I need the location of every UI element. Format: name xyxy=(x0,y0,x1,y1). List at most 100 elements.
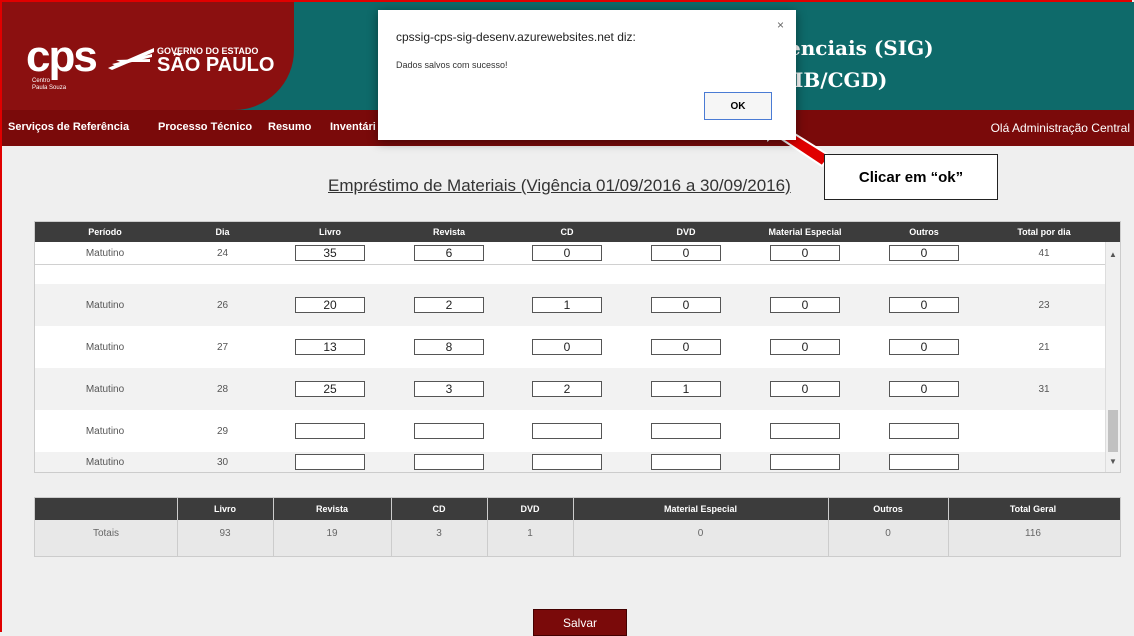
cell-livro: 20 xyxy=(270,284,390,326)
outros-input[interactable] xyxy=(889,454,959,470)
grid-header: Período Dia Livro Revista CD DVD Materia… xyxy=(35,222,1120,242)
cell-cd: 0 xyxy=(508,326,626,368)
cell-outros: 0 xyxy=(864,284,984,326)
cell-periodo: Matutino xyxy=(85,247,125,259)
tot-col-material-especial: Material Especial xyxy=(663,504,738,514)
cell-revista: 3 xyxy=(390,368,508,410)
system-title-line2: IB/CGD) xyxy=(794,68,888,92)
mat-input[interactable] xyxy=(770,454,840,470)
outros-input[interactable]: 0 xyxy=(889,297,959,313)
col-periodo: Período xyxy=(88,227,122,237)
col-cd: CD xyxy=(560,227,574,237)
outros-input[interactable] xyxy=(889,423,959,439)
gov-state-name: SÃO PAULO xyxy=(157,54,275,76)
close-icon[interactable]: × xyxy=(777,18,784,32)
grid-scrollbar[interactable]: ▲ ▼ xyxy=(1105,242,1120,472)
outros-input[interactable]: 0 xyxy=(889,245,959,261)
cell-mat: 0 xyxy=(746,242,864,264)
cell-periodo: Matutino xyxy=(85,425,125,437)
cell-cd: 1 xyxy=(508,284,626,326)
revista-input[interactable]: 3 xyxy=(414,381,484,397)
cell-dia: 28 xyxy=(216,383,229,395)
mat-input[interactable]: 0 xyxy=(770,245,840,261)
nav-servicos-referencia[interactable]: Serviços de Referência xyxy=(8,121,129,133)
livro-input[interactable] xyxy=(295,454,365,470)
cps-logo-subtitle: Centro Paula Souza xyxy=(32,78,66,92)
dvd-input[interactable]: 0 xyxy=(651,297,721,313)
cd-input[interactable] xyxy=(532,454,602,470)
cell-dvd: 0 xyxy=(626,326,746,368)
nav-processo-tecnico[interactable]: Processo Técnico xyxy=(158,121,252,133)
divider xyxy=(273,498,274,556)
ok-button[interactable]: OK xyxy=(704,92,772,120)
col-dia: Dia xyxy=(215,227,230,237)
revista-input[interactable]: 8 xyxy=(414,339,484,355)
cell-total: 41 xyxy=(1038,247,1050,259)
save-button[interactable]: Salvar xyxy=(533,609,627,636)
scroll-thumb[interactable] xyxy=(1108,410,1118,452)
scroll-up-icon[interactable]: ▲ xyxy=(1109,250,1117,259)
cd-input[interactable]: 0 xyxy=(532,339,602,355)
revista-input[interactable] xyxy=(414,423,484,439)
col-dvd: DVD xyxy=(676,227,696,237)
cell-dvd: 1 xyxy=(626,368,746,410)
cell-dia: 29 xyxy=(216,425,229,437)
table-row: Matutino 28 25 3 2 1 0 0 31 xyxy=(35,368,1105,411)
cell-dvd: 0 xyxy=(626,242,746,264)
cd-input[interactable]: 1 xyxy=(532,297,602,313)
cell-cd: 2 xyxy=(508,368,626,410)
nav-resumo[interactable]: Resumo xyxy=(268,121,311,133)
mat-input[interactable] xyxy=(770,423,840,439)
total-outros: 0 xyxy=(885,528,891,539)
cd-input[interactable]: 0 xyxy=(532,245,602,261)
cell-livro: 25 xyxy=(270,368,390,410)
cps-logo: cps xyxy=(26,32,98,81)
livro-input[interactable]: 25 xyxy=(295,381,365,397)
cell-total: 31 xyxy=(1038,383,1050,395)
cell-total xyxy=(984,410,1104,452)
mat-input[interactable]: 0 xyxy=(770,339,840,355)
nav-inventario[interactable]: Inventári xyxy=(330,121,376,133)
col-total-dia: Total por dia xyxy=(1017,227,1071,237)
cell-livro xyxy=(270,410,390,452)
dvd-input[interactable]: 0 xyxy=(651,339,721,355)
cps-sub-line2: Paula Souza xyxy=(32,85,67,91)
cd-input[interactable]: 2 xyxy=(532,381,602,397)
cd-input[interactable] xyxy=(532,423,602,439)
scroll-down-icon[interactable]: ▼ xyxy=(1109,457,1117,466)
totals-table: Livro Revista CD DVD Material Especial O… xyxy=(34,497,1121,557)
divider xyxy=(948,498,949,556)
cell-periodo: Matutino xyxy=(85,456,125,468)
col-revista: Revista xyxy=(432,227,466,237)
cell-livro: 35 xyxy=(270,242,390,264)
livro-input[interactable]: 13 xyxy=(295,339,365,355)
outros-input[interactable]: 0 xyxy=(889,339,959,355)
livro-input[interactable]: 35 xyxy=(295,245,365,261)
revista-input[interactable]: 6 xyxy=(414,245,484,261)
col-outros: Outros xyxy=(909,227,939,237)
outros-input[interactable]: 0 xyxy=(889,381,959,397)
cell-mat: 0 xyxy=(746,326,864,368)
divider xyxy=(573,498,574,556)
dvd-input[interactable] xyxy=(651,423,721,439)
livro-input[interactable] xyxy=(295,423,365,439)
cell-outros: 0 xyxy=(864,326,984,368)
sao-paulo-wing-icon xyxy=(108,48,154,70)
dvd-input[interactable]: 0 xyxy=(651,245,721,261)
cell-livro: 13 xyxy=(270,326,390,368)
total-geral: 116 xyxy=(1025,528,1041,539)
dvd-input[interactable]: 1 xyxy=(651,381,721,397)
mat-input[interactable]: 0 xyxy=(770,381,840,397)
mat-input[interactable]: 0 xyxy=(770,297,840,313)
cell-livro xyxy=(270,452,390,472)
cell-outros: 0 xyxy=(864,242,984,264)
dialog-message: Dados salvos com sucesso! xyxy=(396,60,508,70)
revista-input[interactable]: 2 xyxy=(414,297,484,313)
livro-input[interactable]: 20 xyxy=(295,297,365,313)
revista-input[interactable] xyxy=(414,454,484,470)
system-title-line1: enciais (SIG) xyxy=(788,36,934,60)
total-dvd: 1 xyxy=(527,528,533,539)
loan-grid: Período Dia Livro Revista CD DVD Materia… xyxy=(34,221,1121,473)
dvd-input[interactable] xyxy=(651,454,721,470)
divider xyxy=(487,498,488,556)
